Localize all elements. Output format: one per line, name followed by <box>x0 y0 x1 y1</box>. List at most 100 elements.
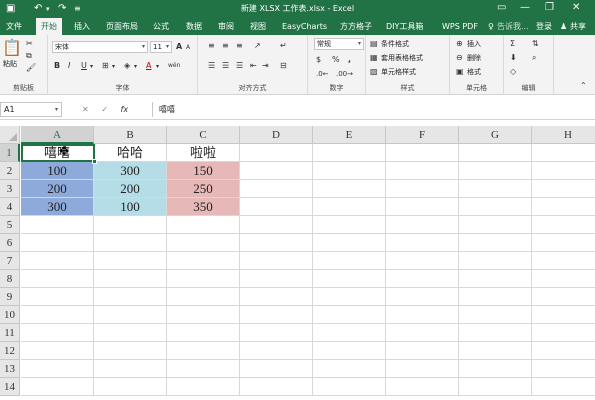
cell-c13[interactable] <box>167 360 240 378</box>
cell-e10[interactable] <box>313 306 386 324</box>
row-header-8[interactable]: 8 <box>0 270 20 288</box>
cell-c8[interactable] <box>167 270 240 288</box>
delete-cells-button[interactable]: 删除 <box>467 54 481 63</box>
login-button[interactable]: 登录 <box>536 21 552 32</box>
comma-button[interactable]: , <box>348 55 351 65</box>
cell-h1[interactable] <box>532 144 595 162</box>
column-header-c[interactable]: C <box>167 126 240 144</box>
cell-b2[interactable]: 300 <box>94 162 167 180</box>
font-size-select[interactable]: 11 ▾ <box>150 41 172 53</box>
cell-a12[interactable] <box>21 342 94 360</box>
column-header-h[interactable]: H <box>532 126 595 144</box>
align-center-icon[interactable]: ☰ <box>222 61 229 71</box>
fill-handle[interactable] <box>92 159 97 164</box>
cell-h11[interactable] <box>532 324 595 342</box>
cell-g1[interactable] <box>459 144 532 162</box>
formula-input[interactable]: 嘻嘻 <box>152 102 592 117</box>
cell-c5[interactable] <box>167 216 240 234</box>
underline-button[interactable]: U <box>81 61 87 71</box>
cell-e1[interactable] <box>313 144 386 162</box>
cell-a8[interactable] <box>21 270 94 288</box>
cell-g8[interactable] <box>459 270 532 288</box>
cell-e11[interactable] <box>313 324 386 342</box>
tab-home[interactable]: 开始 <box>36 18 62 35</box>
row-header-1[interactable]: 1 <box>0 144 20 162</box>
cell-h6[interactable] <box>532 234 595 252</box>
cell-f8[interactable] <box>386 270 459 288</box>
select-all-button[interactable] <box>0 126 20 144</box>
row-header-9[interactable]: 9 <box>0 288 20 306</box>
row-header-2[interactable]: 2 <box>0 162 20 180</box>
cell-c4[interactable]: 350 <box>167 198 240 216</box>
cell-c6[interactable] <box>167 234 240 252</box>
number-format-select[interactable]: 常规 ▾ <box>314 38 364 50</box>
cell-f1[interactable] <box>386 144 459 162</box>
cell-b12[interactable] <box>94 342 167 360</box>
increase-decimal-icon[interactable]: .0← <box>316 69 329 79</box>
phonetic-guide-icon[interactable]: wén <box>168 61 180 71</box>
cell-h9[interactable] <box>532 288 595 306</box>
cell-h5[interactable] <box>532 216 595 234</box>
row-header-5[interactable]: 5 <box>0 216 20 234</box>
cell-d12[interactable] <box>240 342 313 360</box>
confirm-entry-button[interactable]: ✓ <box>101 105 108 114</box>
cell-b11[interactable] <box>94 324 167 342</box>
cell-g5[interactable] <box>459 216 532 234</box>
sort-filter-icon[interactable]: ⇅ <box>532 39 539 49</box>
cell-f14[interactable] <box>386 378 459 396</box>
tab-insert[interactable]: 插入 <box>74 21 90 32</box>
cell-e2[interactable] <box>313 162 386 180</box>
row-header-11[interactable]: 11 <box>0 324 20 342</box>
borders-icon[interactable]: ⊞ <box>102 61 109 71</box>
cell-h2[interactable] <box>532 162 595 180</box>
cell-b6[interactable] <box>94 234 167 252</box>
cell-e12[interactable] <box>313 342 386 360</box>
format-cells-button[interactable]: 格式 <box>467 68 481 77</box>
chevron-down-icon[interactable]: ▾ <box>112 62 115 72</box>
cell-d4[interactable] <box>240 198 313 216</box>
row-header-7[interactable]: 7 <box>0 252 20 270</box>
cell-a3[interactable]: 200 <box>21 180 94 198</box>
tab-view[interactable]: 视图 <box>250 21 266 32</box>
insert-function-button[interactable]: fx <box>121 105 129 114</box>
cell-e8[interactable] <box>313 270 386 288</box>
cell-f5[interactable] <box>386 216 459 234</box>
cell-c9[interactable] <box>167 288 240 306</box>
insert-cells-button[interactable]: 插入 <box>467 40 481 49</box>
conditional-formatting-button[interactable]: 条件格式 <box>381 40 409 49</box>
cell-d8[interactable] <box>240 270 313 288</box>
row-header-12[interactable]: 12 <box>0 342 20 360</box>
cell-e9[interactable] <box>313 288 386 306</box>
cell-h8[interactable] <box>532 270 595 288</box>
tab-review[interactable]: 审阅 <box>218 21 234 32</box>
close-button[interactable]: ✕ <box>572 1 580 15</box>
cell-b1[interactable]: 哈哈 <box>94 144 167 162</box>
cell-c12[interactable] <box>167 342 240 360</box>
italic-button[interactable]: I <box>68 61 70 71</box>
fill-color-icon[interactable]: ◈ <box>124 61 130 71</box>
cell-g6[interactable] <box>459 234 532 252</box>
cell-d2[interactable] <box>240 162 313 180</box>
cell-e14[interactable] <box>313 378 386 396</box>
cell-a9[interactable] <box>21 288 94 306</box>
tell-me-input[interactable]: 告诉我... <box>497 21 529 32</box>
cell-b13[interactable] <box>94 360 167 378</box>
share-button[interactable]: 共享 <box>570 21 586 32</box>
cell-a1[interactable]: 嘻嘻 <box>21 144 94 162</box>
ribbon-display-options-icon[interactable]: ▭ <box>497 1 506 15</box>
cell-h7[interactable] <box>532 252 595 270</box>
cell-d13[interactable] <box>240 360 313 378</box>
cell-c1[interactable]: 啦啦 <box>167 144 240 162</box>
cell-e4[interactable] <box>313 198 386 216</box>
cell-a7[interactable] <box>21 252 94 270</box>
percent-button[interactable]: % <box>332 55 340 65</box>
cell-g2[interactable] <box>459 162 532 180</box>
currency-button[interactable]: $ <box>316 55 321 65</box>
cell-e5[interactable] <box>313 216 386 234</box>
cell-e3[interactable] <box>313 180 386 198</box>
row-header-4[interactable]: 4 <box>0 198 20 216</box>
copy-icon[interactable]: ⧉ <box>26 51 32 61</box>
shrink-font-icon[interactable]: A <box>186 43 190 53</box>
tab-fangfanggezi[interactable]: 方方格子 <box>340 21 372 32</box>
cell-c11[interactable] <box>167 324 240 342</box>
